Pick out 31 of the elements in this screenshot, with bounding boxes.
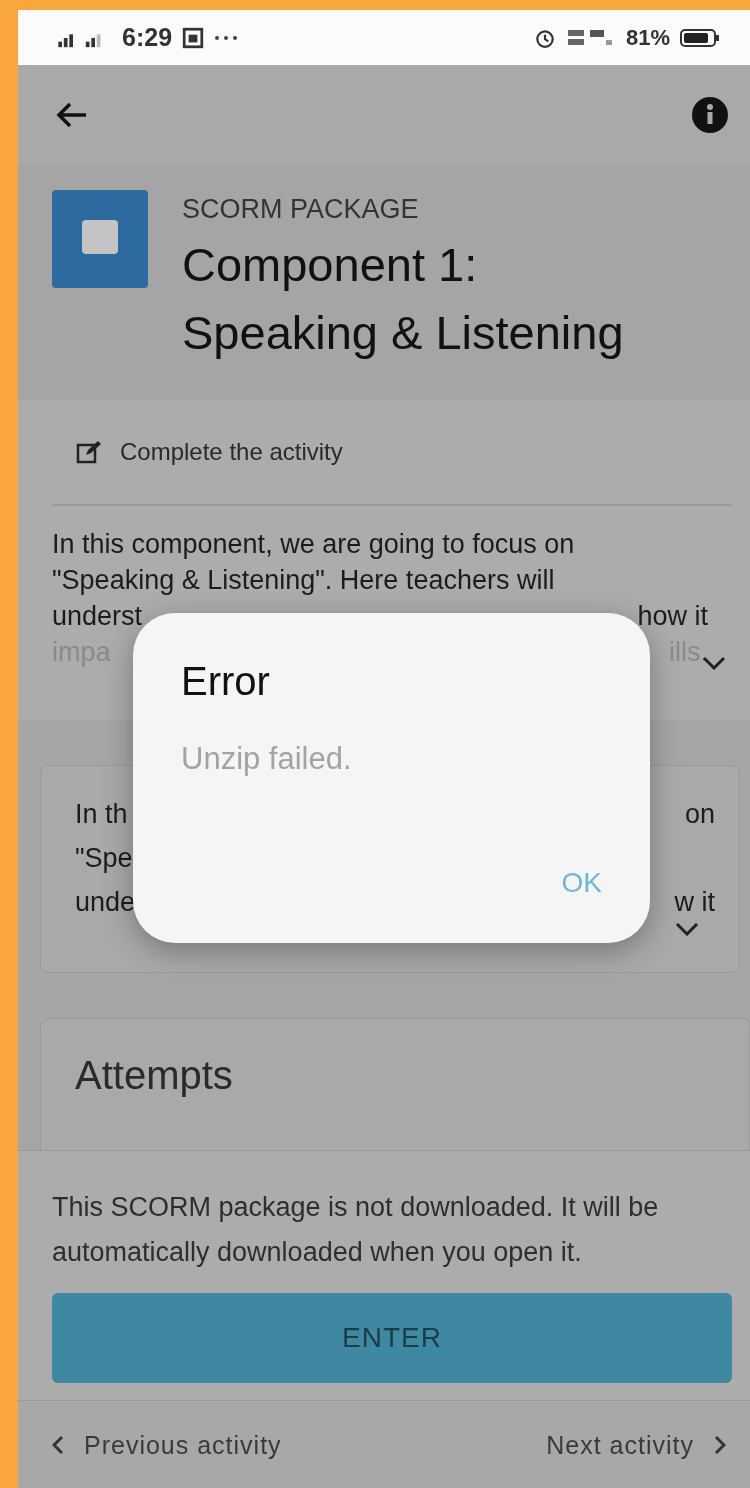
description-text: how it [637,600,708,633]
card-text: w it [674,886,715,919]
gallery-icon [182,26,205,49]
enter-button[interactable]: ENTER [52,1293,732,1383]
card-text: In th [75,798,128,831]
download-notice: This SCORM package is not downloaded. It will be automatically downloaded when you open it. [52,1191,660,1269]
package-icon [52,190,148,288]
description-text: In this component, we are going to focus on [52,528,575,561]
completion-label: Complete the activity [120,438,343,466]
info-icon[interactable] [692,97,728,133]
description-text: underst [52,600,143,633]
card-text: "Spe [75,842,133,875]
status-time: 6:29 [122,23,173,52]
expand-chevron-icon[interactable] [675,922,699,936]
card-text: on [684,798,715,831]
activity-title: Component 1: Speaking & Listening [182,237,624,361]
chevron-left-icon [52,1435,64,1455]
card-text: unde [75,886,136,919]
chevron-right-icon [714,1435,726,1455]
next-activity-link[interactable]: Next activity [542,1426,730,1464]
battery-icon [680,27,720,48]
attempts-heading: Attempts [75,1053,233,1097]
more-icon [214,34,239,41]
description-text: "Speaking & Listening". Here teachers will [52,564,555,597]
activity-type: SCORM PACKAGE [182,194,420,225]
battery-percentage: 81% [625,24,670,51]
dialog-title: Error [181,659,270,704]
edit-icon [76,440,102,464]
back-arrow-icon[interactable] [56,101,88,129]
previous-activity-link[interactable]: Previous activity [48,1426,286,1464]
dialog-message: Unzip failed. [181,741,352,777]
